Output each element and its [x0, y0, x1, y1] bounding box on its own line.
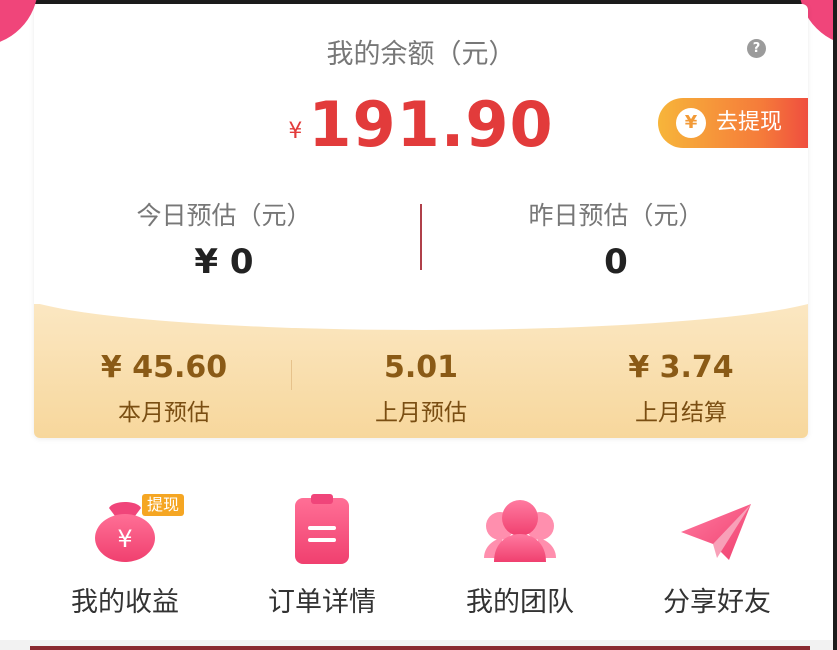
stat-divider	[420, 204, 422, 270]
menu-label: 我的收益	[71, 587, 179, 618]
today-estimate-value: ¥ 0	[194, 242, 254, 282]
right-edge	[833, 0, 837, 650]
summary-month-estimate: ¥ 45.60 本月预估	[44, 350, 284, 427]
summary-value: 5.01	[383, 350, 459, 385]
yesterday-estimate: 昨日预估（元） 0	[466, 196, 766, 282]
summary-label: 本月预估	[118, 400, 210, 426]
menu-label: 订单详情	[268, 587, 376, 618]
menu-share-friends[interactable]: 分享好友	[617, 488, 817, 619]
today-estimate-label: 今日预估（元）	[136, 201, 312, 230]
currency-symbol: ¥	[288, 119, 303, 144]
summary-last-month-settlement: ¥ 3.74 上月结算	[561, 350, 801, 427]
yen-coin-icon: ¥	[676, 108, 706, 138]
withdraw-button[interactable]: ¥ 去提现	[658, 98, 808, 148]
menu-order-details[interactable]: 订单详情	[222, 488, 422, 619]
menu-label: 分享好友	[663, 587, 771, 618]
summary-last-month-estimate: 5.01 上月预估	[301, 350, 541, 427]
header-background-left	[0, 0, 38, 46]
summary-value: ¥ 3.74	[628, 350, 734, 385]
clipboard-icon	[222, 488, 422, 568]
team-icon	[420, 488, 620, 568]
menu-label: 我的团队	[466, 587, 574, 618]
today-estimate: 今日预估（元） ¥ 0	[74, 196, 374, 282]
menu-my-earnings[interactable]: ¥ 提现 我的收益	[25, 488, 225, 619]
money-bag-icon: ¥ 提现	[25, 488, 225, 568]
withdraw-label: 去提现	[716, 110, 783, 135]
earnings-page: 我的余额（元） ? ¥191.90 ¥ 去提现 今日预估（元） ¥ 0 昨日预估…	[0, 0, 837, 650]
balance-title: 我的余额（元）	[326, 39, 516, 70]
withdraw-badge: 提现	[142, 494, 185, 516]
menu-my-team[interactable]: 我的团队	[420, 488, 620, 619]
summary-label: 上月预估	[375, 400, 467, 426]
money-bag-glyph: ¥	[117, 525, 132, 553]
paper-plane-icon	[617, 488, 817, 568]
summary-label: 上月结算	[635, 400, 727, 426]
balance-card: 我的余额（元） ? ¥191.90 ¥ 去提现 今日预估（元） ¥ 0 昨日预估…	[34, 4, 808, 438]
balance-value: 191.90	[308, 88, 554, 161]
summary-value: ¥ 45.60	[100, 350, 228, 385]
yesterday-estimate-label: 昨日预估（元）	[528, 201, 704, 230]
help-icon[interactable]: ?	[747, 39, 766, 58]
summary-divider	[291, 360, 292, 390]
next-section-edge	[30, 646, 810, 650]
yesterday-estimate-value: 0	[604, 242, 628, 282]
